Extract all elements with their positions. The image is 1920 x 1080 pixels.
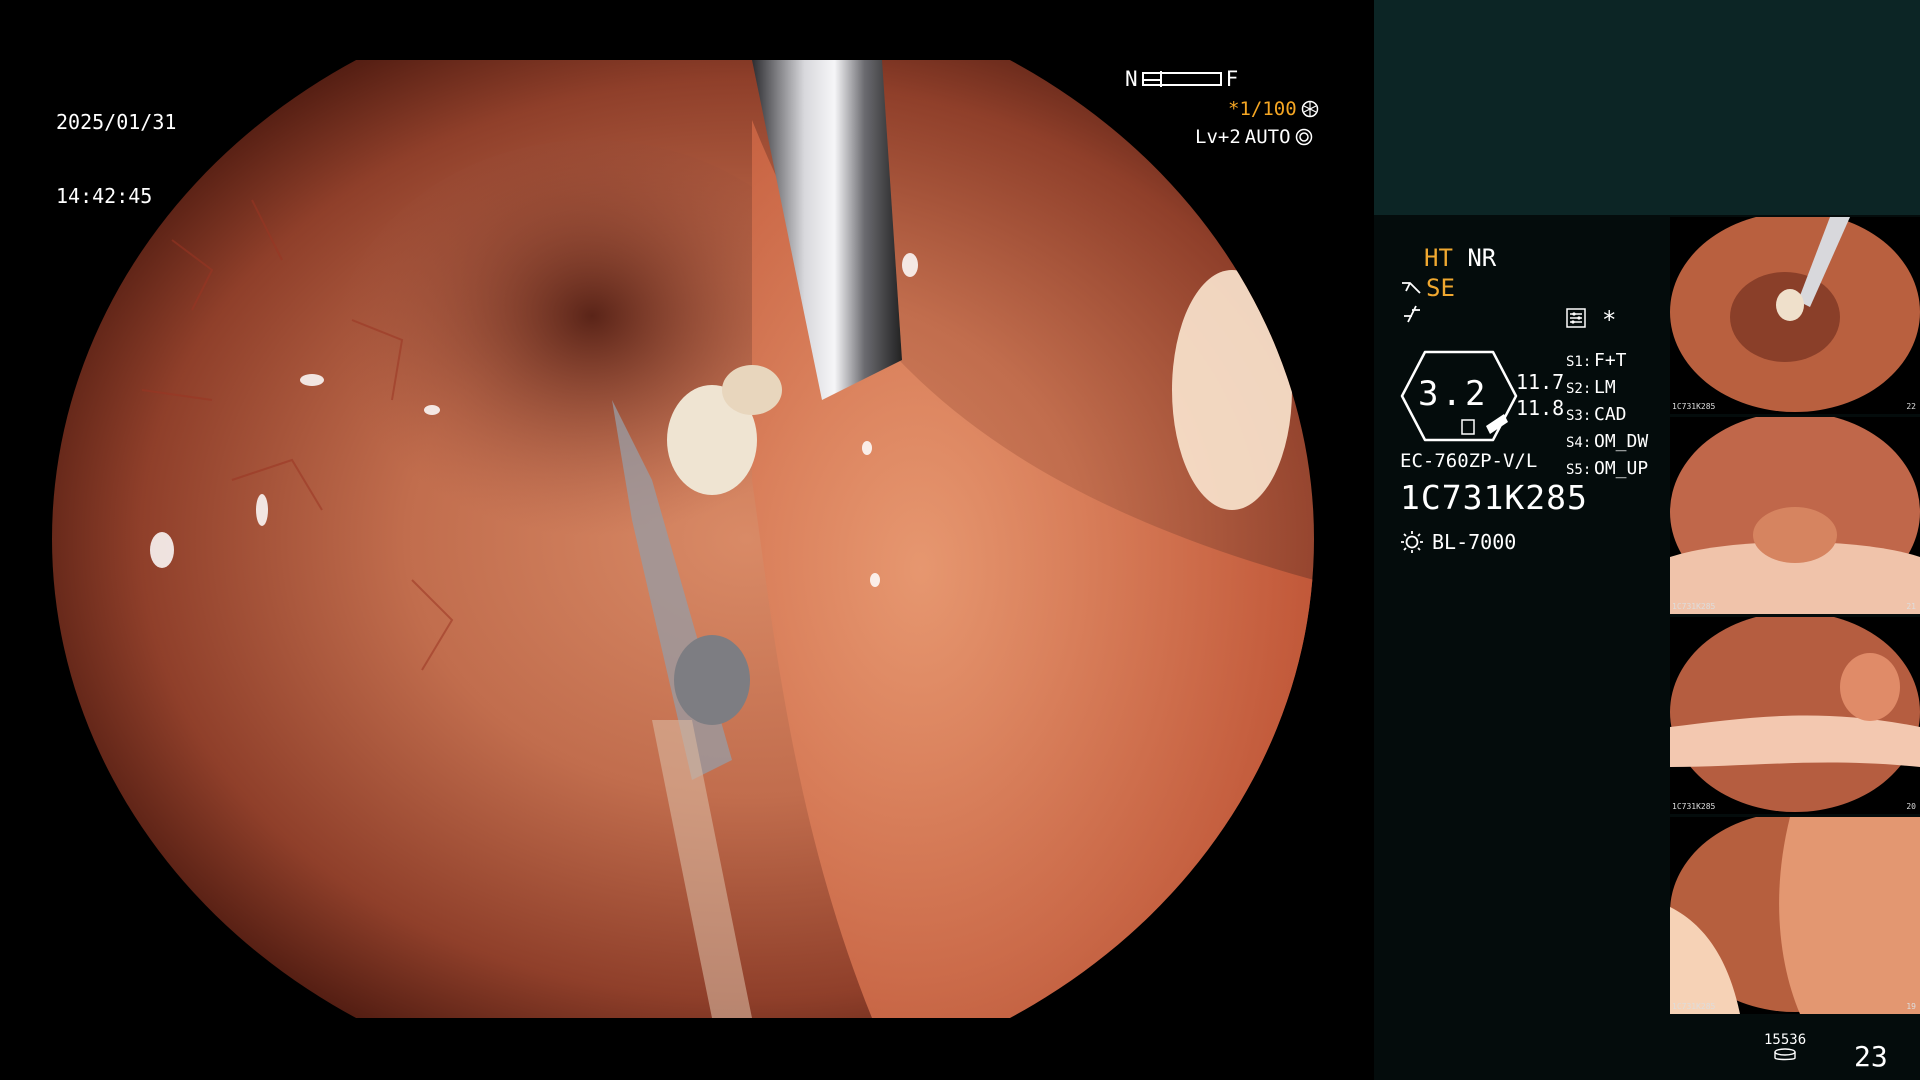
focus-bar bbox=[1141, 71, 1222, 87]
light-source-indicator: BL-7000 bbox=[1400, 530, 1516, 554]
scope-model: EC-760ZP-V/L bbox=[1400, 450, 1538, 472]
star-marker: * bbox=[1602, 306, 1617, 334]
brightness-level: Lv+2 AUTO bbox=[1195, 126, 1313, 148]
zoom-value: 3.2 bbox=[1418, 374, 1489, 414]
far-label: F bbox=[1225, 67, 1239, 91]
switch-slot: S2: LM bbox=[1566, 377, 1616, 398]
panel-header-area bbox=[1374, 0, 1920, 215]
thumbnail[interactable]: 1C731K285 19 bbox=[1670, 817, 1920, 1014]
shutter-label: *1/100 bbox=[1228, 98, 1297, 120]
light-source-label: BL-7000 bbox=[1432, 530, 1517, 554]
image-mode-indicator: HT NR bbox=[1424, 244, 1496, 272]
thumbnail-strip: 1C731K285 22 1C731K285 21 1C731K285 20 1… bbox=[1670, 217, 1920, 1017]
se-scope-icon bbox=[1402, 282, 1421, 294]
shutter-speed: *1/100 bbox=[1228, 98, 1319, 120]
ht-label: HT bbox=[1424, 244, 1453, 272]
brightness-value-a: 11.7 bbox=[1516, 370, 1565, 394]
endoscope-main-view: 2025/01/31 14:42:45 N F *1/100 Lv+2 AUTO bbox=[0, 0, 1374, 1080]
nr-label: NR bbox=[1467, 244, 1497, 272]
edge-icon bbox=[1404, 305, 1420, 323]
se-label: SE bbox=[1426, 274, 1455, 302]
light-source-icon bbox=[1401, 531, 1423, 553]
near-label: N bbox=[1125, 67, 1138, 91]
shutter-icon bbox=[1301, 100, 1318, 118]
storage-indicator: 15536 bbox=[1764, 1032, 1806, 1066]
date-time-readout: 2025/01/31 14:42:45 bbox=[56, 62, 176, 258]
info-panel: HT NR SE * 3.2 11.7 11.8 S1: F+T S2: LM S3… bbox=[1374, 0, 1920, 1080]
switch-slot: S1: F+T bbox=[1566, 350, 1627, 371]
frame-number: 23 bbox=[1854, 1040, 1888, 1073]
thumbnail[interactable]: 1C731K285 20 bbox=[1670, 617, 1920, 814]
auto-iris-icon bbox=[1295, 128, 1312, 146]
date-label: 2025/01/31 bbox=[56, 110, 177, 134]
near-far-focus-indicator: N F bbox=[1125, 66, 1238, 92]
switch-slot: S3: CAD bbox=[1566, 404, 1627, 425]
settings-icon bbox=[1566, 308, 1586, 328]
storage-icon bbox=[1774, 1048, 1796, 1061]
switch-assignments: S1: F+T S2: LM S3: CAD S4: OM_DW S5: OM_UP bbox=[1566, 348, 1648, 483]
se-indicator: SE bbox=[1400, 274, 1455, 302]
thumbnail[interactable]: 1C731K285 21 bbox=[1670, 417, 1920, 614]
switch-slot: S4: OM_DW bbox=[1566, 431, 1649, 452]
brightness-value-b: 11.8 bbox=[1516, 396, 1565, 420]
mode-label: AUTO bbox=[1244, 126, 1291, 148]
thumbnail[interactable]: 1C731K285 22 bbox=[1670, 217, 1920, 414]
level-label: Lv+2 bbox=[1195, 126, 1241, 148]
time-label: 14:42:45 bbox=[56, 184, 153, 208]
scope-serial: 1C731K285 bbox=[1400, 478, 1588, 517]
storage-count: 15536 bbox=[1764, 1032, 1807, 1048]
endoscope-image bbox=[52, 60, 1314, 1018]
edge-enhance-indicator bbox=[1400, 304, 1422, 330]
